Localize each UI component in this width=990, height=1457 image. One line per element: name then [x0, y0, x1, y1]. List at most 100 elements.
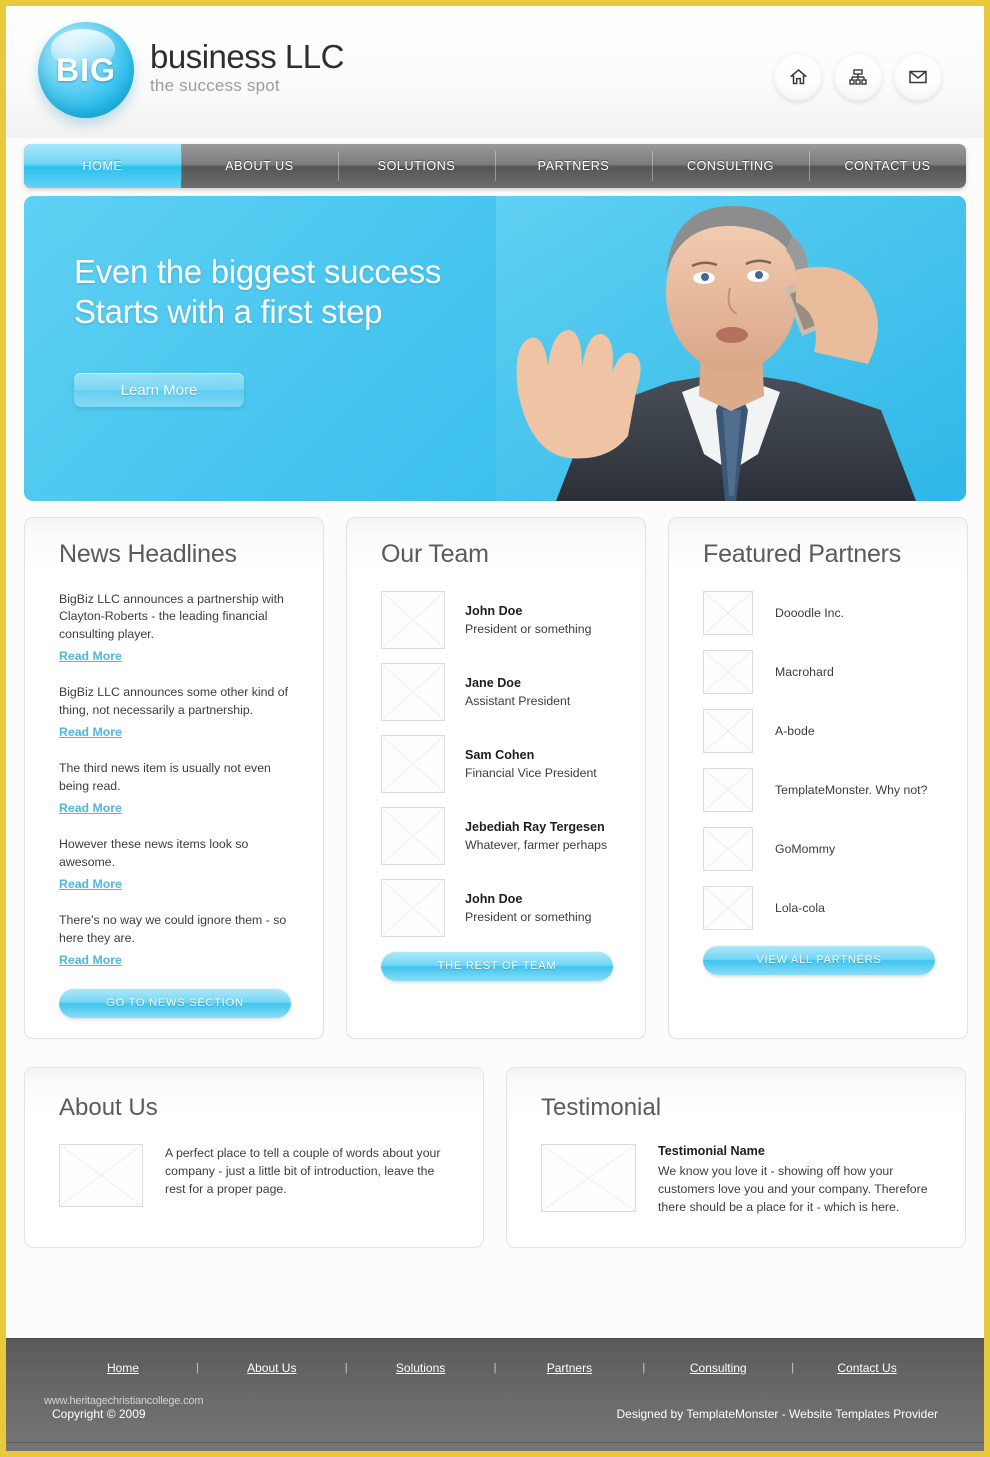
- testimonial-author-name: Testimonial Name: [658, 1143, 765, 1158]
- news-read-more-link[interactable]: Read More: [59, 877, 122, 891]
- partner-logo-placeholder-icon: [703, 827, 753, 871]
- nav-item-home[interactable]: HOME: [24, 144, 181, 188]
- footer-separator: |: [344, 1362, 348, 1374]
- footer-link-partners[interactable]: Partners: [498, 1361, 640, 1375]
- team-member-row: Jebediah Ray Tergesen Whatever, farmer p…: [381, 807, 613, 865]
- footer-link-contact-us[interactable]: Contact Us: [796, 1361, 938, 1375]
- home-icon: [789, 69, 807, 85]
- news-panel: News Headlines BigBiz LLC announces a pa…: [24, 517, 324, 1039]
- news-read-more-link[interactable]: Read More: [59, 801, 122, 815]
- partner-row: Lola-cola: [703, 886, 935, 930]
- team-panel: Our Team John Doe President or something…: [346, 517, 646, 1039]
- nav-item-partners[interactable]: PARTNERS: [495, 144, 652, 188]
- nav-item-contact-us[interactable]: CONTACT US: [809, 144, 966, 188]
- testimonial-title: Testimonial: [541, 1093, 662, 1121]
- news-item-text: There's no way we could ignore them - so…: [59, 913, 287, 945]
- team-photo-placeholder-icon: [381, 591, 445, 649]
- team-photo-placeholder-icon: [381, 807, 445, 865]
- about-us-title: About Us: [59, 1093, 158, 1121]
- footer-divider: [6, 1442, 984, 1443]
- news-item: The third news item is usually not even …: [59, 760, 291, 817]
- sitemap-icon: [849, 69, 867, 85]
- team-panel-title: Our Team: [381, 540, 489, 568]
- partner-name: Dooodle Inc.: [775, 606, 845, 620]
- news-item: There's no way we could ignore them - so…: [59, 912, 291, 969]
- partner-row: Macrohard: [703, 650, 935, 694]
- partners-panel-title: Featured Partners: [703, 540, 902, 568]
- team-photo-placeholder-icon: [381, 735, 445, 793]
- about-us-panel: About Us A perfect place to tell a coupl…: [24, 1066, 484, 1248]
- footer-separator: |: [493, 1362, 497, 1374]
- news-item-text: BigBiz LLC announces a partnership with …: [59, 592, 284, 641]
- news-item: However these news items look so awesome…: [59, 836, 291, 893]
- news-read-more-link[interactable]: Read More: [59, 649, 122, 663]
- news-panel-title: News Headlines: [59, 540, 237, 568]
- team-member-role: President or something: [465, 622, 592, 636]
- go-to-news-section-button[interactable]: GO TO NEWS SECTION: [59, 987, 291, 1018]
- partner-logo-placeholder-icon: [703, 886, 753, 930]
- copyright-text: Copyright © 2009: [52, 1407, 146, 1421]
- testimonial-image-placeholder-icon: [541, 1143, 636, 1212]
- footer-navigation: Home | About Us | Solutions | Partners |…: [6, 1339, 984, 1375]
- news-item-text: However these news items look so awesome…: [59, 837, 249, 869]
- partner-row: TemplateMonster. Why not?: [703, 768, 935, 812]
- partner-name: A-bode: [775, 724, 815, 738]
- header-icon-group: [774, 53, 942, 101]
- partner-name: Lola-cola: [775, 901, 825, 915]
- news-read-more-link[interactable]: Read More: [59, 953, 122, 967]
- footer-link-about-us[interactable]: About Us: [201, 1361, 343, 1375]
- hero-banner: Even the biggest success Starts with a f…: [24, 196, 966, 501]
- news-read-more-link[interactable]: Read More: [59, 725, 122, 739]
- site-header: BIG business LLC the success spot: [6, 6, 984, 138]
- partner-logo-placeholder-icon: [703, 591, 753, 635]
- footer-link-home[interactable]: Home: [52, 1361, 194, 1375]
- team-member-row: Jane Doe Assistant President: [381, 663, 613, 721]
- team-member-name: Jebediah Ray Tergesen: [465, 820, 605, 834]
- view-all-partners-button[interactable]: VIEW ALL PARTNERS: [703, 945, 935, 975]
- about-us-text: A perfect place to tell a couple of word…: [165, 1145, 441, 1197]
- logo-orb-icon: BIG: [38, 22, 134, 118]
- footer-link-solutions[interactable]: Solutions: [350, 1361, 492, 1375]
- footer-link-consulting[interactable]: Consulting: [647, 1361, 789, 1375]
- mail-icon-button[interactable]: [894, 53, 942, 101]
- team-member-name: Jane Doe: [465, 676, 521, 690]
- partner-name: TemplateMonster. Why not?: [775, 783, 928, 797]
- footer-separator: |: [642, 1362, 646, 1374]
- footer-bottom-bar: Copyright © 2009 Designed by TemplateMon…: [6, 1407, 984, 1421]
- news-item-text: The third news item is usually not even …: [59, 761, 271, 793]
- news-item: BigBiz LLC announces a partnership with …: [59, 591, 291, 665]
- hero-copy: Even the biggest success Starts with a f…: [74, 252, 441, 408]
- designed-by-text: Designed by TemplateMonster - Website Te…: [616, 1407, 939, 1421]
- learn-more-button[interactable]: Learn More: [74, 373, 244, 408]
- partner-logo-placeholder-icon: [703, 709, 753, 753]
- nav-item-about-us[interactable]: ABOUT US: [181, 144, 338, 188]
- main-navigation: HOME ABOUT US SOLUTIONS PARTNERS CONSULT…: [24, 144, 966, 188]
- site-watermark: www.heritagechristiancollege.com: [44, 1395, 204, 1407]
- brand-tagline: the success spot: [150, 75, 280, 95]
- partner-name: Macrohard: [775, 665, 834, 679]
- partners-panel: Featured Partners Dooodle Inc. Macrohard…: [668, 517, 968, 1039]
- testimonial-panel: Testimonial Testimonial Name We know you…: [506, 1066, 966, 1248]
- team-member-role: Financial Vice President: [465, 766, 597, 780]
- sitemap-icon-button[interactable]: [834, 53, 882, 101]
- home-icon-button[interactable]: [774, 53, 822, 101]
- the-rest-of-team-button[interactable]: THE REST OF TEAM: [381, 951, 613, 981]
- news-item-text: BigBiz LLC announces some other kind of …: [59, 685, 288, 717]
- bottom-panels: About Us A perfect place to tell a coupl…: [24, 1066, 966, 1248]
- hero-photo: [496, 196, 966, 501]
- footer-separator: |: [791, 1362, 795, 1374]
- partner-logo-placeholder-icon: [703, 650, 753, 694]
- partner-row: A-bode: [703, 709, 935, 753]
- team-member-name: John Doe: [465, 604, 523, 618]
- footer-separator: |: [195, 1362, 199, 1374]
- nav-item-consulting[interactable]: CONSULTING: [652, 144, 809, 188]
- mail-icon: [909, 70, 927, 84]
- site-logo[interactable]: BIG business LLC the success spot: [38, 22, 344, 118]
- team-photo-placeholder-icon: [381, 663, 445, 721]
- team-member-row: John Doe President or something: [381, 591, 613, 649]
- nav-item-solutions[interactable]: SOLUTIONS: [338, 144, 495, 188]
- logo-orb-text: BIG: [56, 51, 116, 88]
- team-member-row: John Doe President or something: [381, 879, 613, 937]
- site-footer: Home | About Us | Solutions | Partners |…: [6, 1338, 984, 1451]
- team-member-name: John Doe: [465, 892, 523, 906]
